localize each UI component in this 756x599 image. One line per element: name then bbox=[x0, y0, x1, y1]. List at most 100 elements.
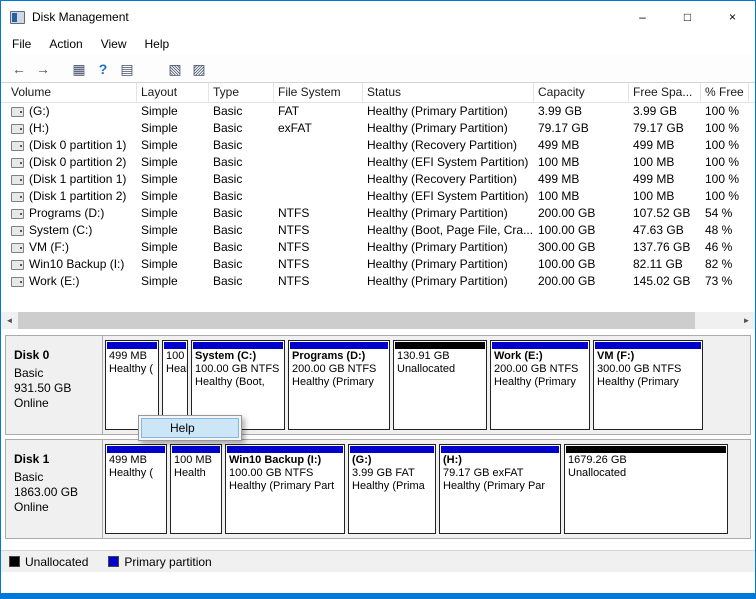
scrollbar-track[interactable] bbox=[18, 312, 738, 329]
partition[interactable]: Work (E:) 200.00 GB NTFS Healthy (Primar… bbox=[490, 340, 590, 430]
action-pane-icon[interactable]: ▧ bbox=[163, 57, 187, 81]
column-header-pct-free[interactable]: % Free bbox=[701, 83, 749, 102]
volume-status: Healthy (Primary Partition) bbox=[363, 256, 534, 273]
titlebar: Disk Management – □ × bbox=[1, 1, 755, 33]
scroll-right-icon[interactable]: ► bbox=[738, 312, 755, 329]
volume-layout: Simple bbox=[137, 137, 209, 154]
volume-capacity: 200.00 GB bbox=[534, 273, 629, 290]
menu-action[interactable]: Action bbox=[40, 33, 91, 55]
graphical-view: Disk 0 Basic 931.50 GB Online 499 MB Hea… bbox=[1, 329, 755, 550]
menu-help[interactable]: Help bbox=[136, 33, 179, 55]
partition[interactable]: Programs (D:) 200.00 GB NTFS Healthy (Pr… bbox=[288, 340, 390, 430]
volume-layout: Simple bbox=[137, 154, 209, 171]
volume-free-space: 499 MB bbox=[629, 171, 701, 188]
volume-capacity: 100.00 GB bbox=[534, 256, 629, 273]
volume-capacity: 100 MB bbox=[534, 154, 629, 171]
partition-size: 3.99 GB FAT bbox=[352, 467, 432, 480]
partition[interactable]: (G:) 3.99 GB FAT Healthy (Prima bbox=[348, 444, 436, 534]
disk-type: Basic bbox=[14, 470, 102, 485]
volume-file-system: exFAT bbox=[274, 120, 363, 137]
column-header-capacity[interactable]: Capacity bbox=[534, 83, 629, 102]
horizontal-scrollbar[interactable]: ◄ ► bbox=[1, 312, 755, 329]
partition-size: 100.00 GB NTFS bbox=[195, 363, 281, 376]
partition-status: Healthy (Prima bbox=[352, 480, 432, 493]
disk-status: Online bbox=[14, 396, 102, 411]
partition-color-strip bbox=[441, 446, 559, 453]
partition-title: (H:) bbox=[443, 454, 557, 467]
volume-row[interactable]: (H:) Simple Basic exFAT Healthy (Primary… bbox=[1, 120, 755, 137]
volume-list: (G:) Simple Basic FAT Healthy (Primary P… bbox=[1, 103, 755, 312]
partition[interactable]: Win10 Backup (I:) 100.00 GB NTFS Healthy… bbox=[225, 444, 345, 534]
volume-file-system: FAT bbox=[274, 103, 363, 120]
disk-0-header[interactable]: Disk 0 Basic 931.50 GB Online bbox=[6, 336, 103, 434]
partition-title: (G:) bbox=[352, 454, 432, 467]
legend-item: Unallocated bbox=[9, 555, 88, 569]
partition-title: Win10 Backup (I:) bbox=[229, 454, 341, 467]
partition-color-strip bbox=[290, 342, 388, 349]
close-button[interactable]: × bbox=[710, 1, 755, 32]
column-header-file-system[interactable]: File System bbox=[274, 83, 363, 102]
disk-1-partitions: 499 MB Healthy ( 100 MB Health bbox=[103, 440, 750, 538]
partition[interactable]: 100 MB Health bbox=[170, 444, 222, 534]
volume-layout: Simple bbox=[137, 103, 209, 120]
table-header: Volume Layout Type File System Status Ca… bbox=[1, 83, 755, 103]
partition[interactable]: 499 MB Healthy ( bbox=[105, 444, 167, 534]
legend-swatch bbox=[108, 556, 119, 567]
volume-row[interactable]: (Disk 1 partition 1) Simple Basic Health… bbox=[1, 171, 755, 188]
bottom-fill bbox=[1, 572, 755, 593]
volume-row[interactable]: System (C:) Simple Basic NTFS Healthy (B… bbox=[1, 222, 755, 239]
menu-file[interactable]: File bbox=[3, 33, 40, 55]
scroll-left-icon[interactable]: ◄ bbox=[1, 312, 18, 329]
help-icon[interactable]: ? bbox=[91, 57, 115, 81]
disk-type: Basic bbox=[14, 366, 102, 381]
disk-size: 1863.00 GB bbox=[14, 485, 102, 500]
volume-row[interactable]: Work (E:) Simple Basic NTFS Healthy (Pri… bbox=[1, 273, 755, 290]
window-title: Disk Management bbox=[32, 10, 129, 24]
volume-status: Healthy (Primary Partition) bbox=[363, 120, 534, 137]
disk-status: Online bbox=[14, 500, 102, 515]
column-header-volume[interactable]: Volume bbox=[7, 83, 137, 102]
context-menu-item-help[interactable]: Help bbox=[141, 418, 239, 438]
properties-icon[interactable]: ▨ bbox=[187, 57, 211, 81]
partition[interactable]: 1679.26 GB Unallocated bbox=[564, 444, 728, 534]
column-header-free-space[interactable]: Free Spa... bbox=[629, 83, 701, 102]
volume-layout: Simple bbox=[137, 205, 209, 222]
volume-type: Basic bbox=[209, 273, 274, 290]
volume-capacity: 499 MB bbox=[534, 171, 629, 188]
volume-row[interactable]: Win10 Backup (I:) Simple Basic NTFS Heal… bbox=[1, 256, 755, 273]
volume-status: Healthy (Primary Partition) bbox=[363, 239, 534, 256]
column-header-type[interactable]: Type bbox=[209, 83, 274, 102]
volume-type: Basic bbox=[209, 256, 274, 273]
column-header-layout[interactable]: Layout bbox=[137, 83, 209, 102]
partition-color-strip bbox=[492, 342, 588, 349]
volume-type: Basic bbox=[209, 103, 274, 120]
volume-row[interactable]: VM (F:) Simple Basic NTFS Healthy (Prima… bbox=[1, 239, 755, 256]
volume-row[interactable]: (Disk 1 partition 2) Simple Basic Health… bbox=[1, 188, 755, 205]
volume-row[interactable]: (Disk 0 partition 2) Simple Basic Health… bbox=[1, 154, 755, 171]
scrollbar-thumb[interactable] bbox=[18, 312, 695, 329]
volume-row[interactable]: (Disk 0 partition 1) Simple Basic Health… bbox=[1, 137, 755, 154]
detail-view-icon[interactable]: ▤ bbox=[115, 57, 139, 81]
disk-size: 931.50 GB bbox=[14, 381, 102, 396]
volume-pct-free: 100 % bbox=[701, 188, 749, 205]
volume-free-space: 3.99 GB bbox=[629, 103, 701, 120]
column-header-status[interactable]: Status bbox=[363, 83, 534, 102]
partition[interactable]: (H:) 79.17 GB exFAT Healthy (Primary Par bbox=[439, 444, 561, 534]
partition[interactable]: 130.91 GB Unallocated bbox=[393, 340, 487, 430]
show-console-tree-icon[interactable]: ▦ bbox=[67, 57, 91, 81]
disk-1-header[interactable]: Disk 1 Basic 1863.00 GB Online bbox=[6, 440, 103, 538]
partition-color-strip bbox=[193, 342, 283, 349]
volume-file-system: NTFS bbox=[274, 205, 363, 222]
forward-icon[interactable]: → bbox=[31, 57, 55, 81]
volume-name: (Disk 0 partition 2) bbox=[29, 154, 126, 171]
maximize-button[interactable]: □ bbox=[665, 1, 710, 32]
volume-row[interactable]: Programs (D:) Simple Basic NTFS Healthy … bbox=[1, 205, 755, 222]
back-icon[interactable]: ← bbox=[7, 57, 31, 81]
volume-pct-free: 100 % bbox=[701, 137, 749, 154]
menu-view[interactable]: View bbox=[92, 33, 136, 55]
minimize-button[interactable]: – bbox=[620, 1, 665, 32]
partition-status: Health bbox=[174, 467, 218, 480]
volume-row[interactable]: (G:) Simple Basic FAT Healthy (Primary P… bbox=[1, 103, 755, 120]
partition-size: 499 MB bbox=[109, 350, 155, 363]
partition[interactable]: VM (F:) 300.00 GB NTFS Healthy (Primary bbox=[593, 340, 703, 430]
